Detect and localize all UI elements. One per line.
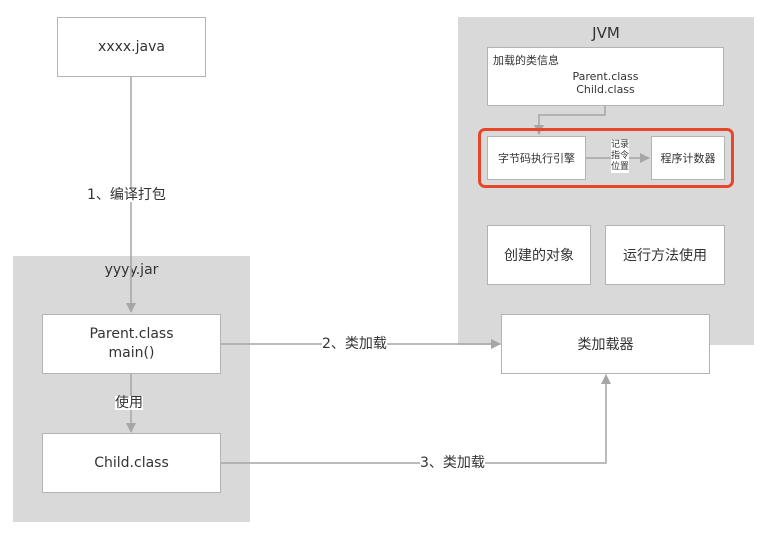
parent-class-node[interactable]: Parent.class main()	[42, 314, 221, 374]
method-runtime-node[interactable]: 运行方法使用	[605, 225, 725, 285]
main-method-label: main()	[108, 345, 155, 361]
loaded-class-item: Child.class	[576, 83, 635, 96]
source-file-label: xxxx.java	[98, 39, 165, 55]
edge-class-load-3	[220, 374, 611, 464]
program-counter-node[interactable]: 程序计数器	[651, 136, 725, 180]
loaded-class-info-node[interactable]: 加载的类信息 Parent.class Child.class	[487, 47, 724, 106]
record-position-label: 记录 指令 位置	[611, 140, 630, 173]
source-file-node[interactable]: xxxx.java	[57, 17, 206, 77]
class-loader-label: 类加载器	[577, 337, 634, 353]
bytecode-engine-node[interactable]: 字节码执行引擎	[487, 136, 586, 180]
class-load-3-label: 3、类加载	[420, 455, 485, 471]
loaded-class-item: Parent.class	[572, 70, 639, 83]
bytecode-engine-label: 字节码执行引擎	[498, 152, 575, 165]
created-objects-node[interactable]: 创建的对象	[487, 225, 591, 285]
compile-package-label: 1、编译打包	[87, 187, 166, 203]
child-class-node[interactable]: Child.class	[42, 433, 221, 493]
class-loader-node[interactable]: 类加载器	[501, 314, 710, 374]
parent-class-label: Parent.class	[89, 326, 174, 342]
loaded-class-info-heading: 加载的类信息	[493, 54, 559, 67]
created-objects-label: 创建的对象	[504, 248, 574, 264]
uses-label: 使用	[115, 395, 143, 411]
program-counter-label: 程序计数器	[660, 152, 716, 165]
class-load-2-label: 2、类加载	[322, 336, 387, 352]
child-class-label: Child.class	[94, 455, 169, 471]
method-runtime-label: 运行方法使用	[623, 248, 707, 264]
